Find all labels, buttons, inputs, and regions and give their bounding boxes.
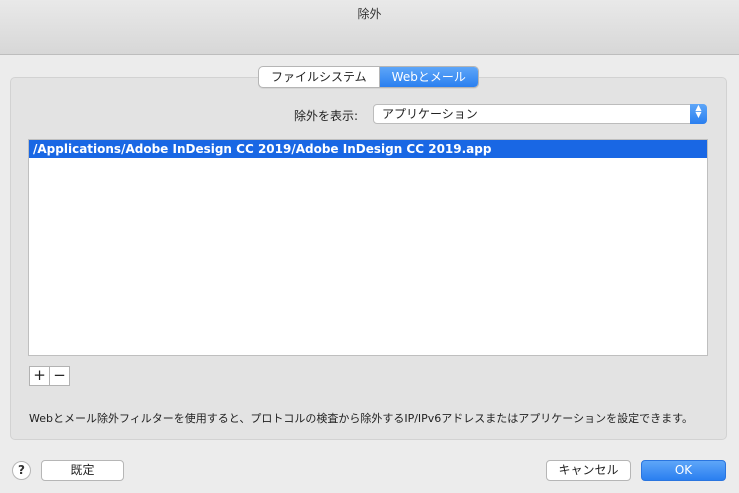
info-text: Webとメール除外フィルターを使用すると、プロトコルの検査から除外するIP/IP… [29,412,693,425]
default-button[interactable]: 既定 [41,460,124,481]
tab-bar: ファイルシステム Webとメール [258,66,479,88]
cancel-button[interactable]: キャンセル [546,460,631,481]
add-remove-control: + − [29,366,70,386]
window-title: 除外 [357,7,382,21]
titlebar: 除外 [0,0,739,55]
filter-select[interactable]: アプリケーション ▲ ▼ [373,104,707,124]
add-button[interactable]: + [30,367,49,385]
select-stepper-icon: ▲ ▼ [690,104,707,124]
remove-button[interactable]: − [49,367,69,385]
list-item[interactable]: /Applications/Adobe InDesign CC 2019/Ado… [29,140,707,158]
tab-web-and-mail[interactable]: Webとメール [378,67,478,87]
ok-button[interactable]: OK [641,460,726,481]
exclusions-list[interactable]: /Applications/Adobe InDesign CC 2019/Ado… [28,139,708,356]
filter-label: 除外を表示: [294,109,359,123]
help-button[interactable]: ? [12,461,31,480]
filter-select-value: アプリケーション [382,107,478,121]
tab-filesystem[interactable]: ファイルシステム [259,67,379,87]
